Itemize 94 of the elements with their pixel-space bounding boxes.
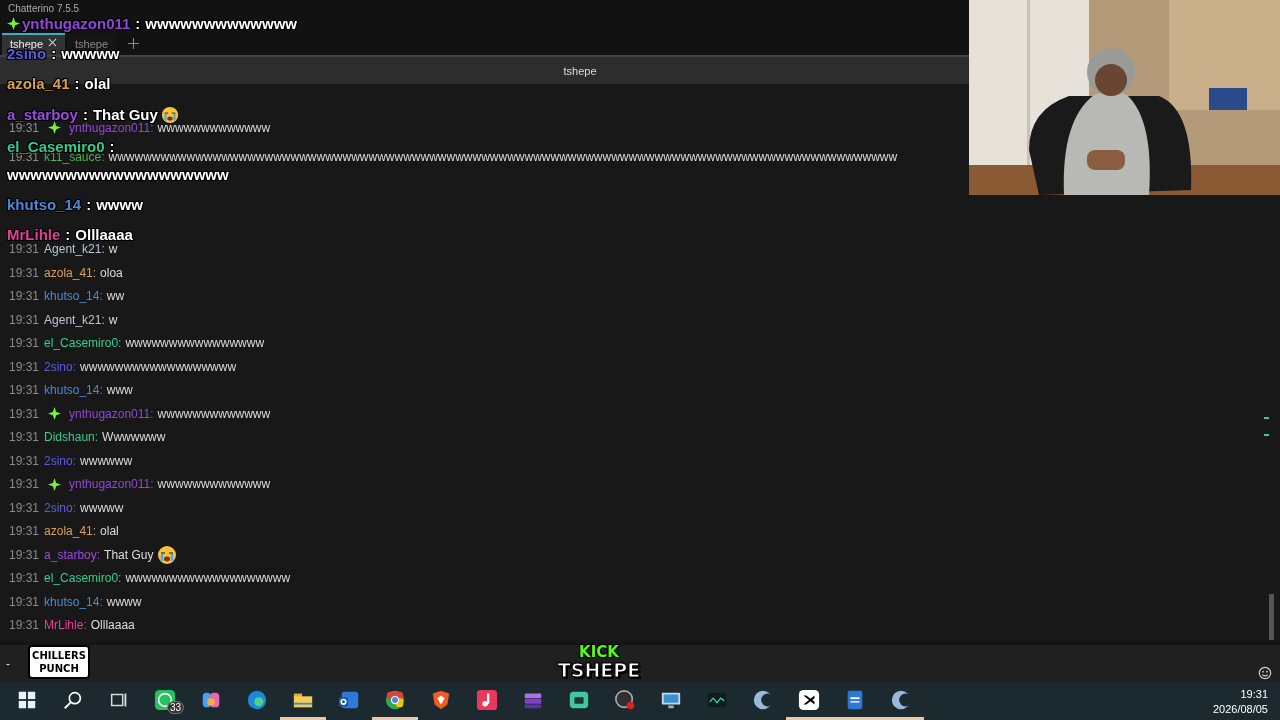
- message-text: That Guy: [104, 547, 154, 562]
- username[interactable]: azola_41:: [44, 265, 97, 280]
- message-text: w: [108, 242, 118, 257]
- message-text: olal: [100, 524, 119, 539]
- username[interactable]: a_starboy:: [44, 547, 101, 562]
- overlay-message: wwwwwwwwwwwwwwwwwww: [7, 166, 229, 182]
- taskbar-button[interactable]: 33: [142, 682, 188, 720]
- username[interactable]: ynthugazon011:: [69, 406, 154, 421]
- timestamp: 19:31: [9, 242, 40, 257]
- message-text: wwwwwwwwwwwww: [157, 477, 271, 492]
- scrollbar-thumb[interactable]: [1269, 594, 1274, 640]
- window-title: Chatterino 7.5.5: [8, 3, 80, 15]
- username[interactable]: Agent_k21:: [44, 242, 105, 257]
- message-text: Wwwwwww: [102, 430, 166, 445]
- message-text: w: [108, 312, 118, 327]
- username[interactable]: khutso_14:: [44, 594, 103, 609]
- username[interactable]: 2sino:: [44, 500, 77, 515]
- smiley-icon[interactable]: [1258, 665, 1272, 680]
- overlay-message: That Guy: [92, 107, 158, 122]
- timestamp: 19:31: [9, 571, 40, 586]
- logo-text: PUNCH: [39, 662, 79, 675]
- shield-icon: [430, 688, 452, 711]
- timestamp: 19:31: [9, 524, 40, 539]
- message-text: wwww: [106, 594, 142, 609]
- message-text: wwwwwwwwwwwwwwww: [125, 336, 265, 351]
- overlay-message: olal: [84, 75, 111, 91]
- overlay-message: wwww: [96, 196, 143, 212]
- overlay-username: khutso_14: [7, 196, 82, 212]
- timestamp: 19:31: [9, 312, 40, 327]
- cut-icon: [798, 688, 820, 711]
- message-text: Olllaaaa: [90, 618, 135, 633]
- colon-separator: :: [86, 196, 92, 212]
- username[interactable]: 2sino:: [44, 453, 77, 468]
- message-text: oloa: [100, 265, 123, 280]
- platform-label: KICK: [579, 644, 619, 661]
- username[interactable]: 2sino:: [44, 359, 77, 374]
- username[interactable]: MrLihle:: [44, 618, 87, 633]
- colon-separator: :: [109, 138, 115, 154]
- crescent-icon: [890, 688, 912, 711]
- scroll-mark: [1264, 417, 1269, 419]
- overlay-message: Olllaaaa: [75, 226, 133, 242]
- timestamp: 19:31: [9, 406, 40, 421]
- message-text: wwwwwwwwwwwww: [157, 406, 271, 421]
- message-text: wwwwww: [80, 453, 133, 468]
- username[interactable]: el_Casemiro0:: [44, 336, 122, 351]
- crescent-icon: [752, 688, 774, 711]
- colon-separator: :: [135, 15, 141, 31]
- channel-name: tshepe: [563, 64, 597, 77]
- record-icon: [614, 688, 636, 711]
- timestamp: 19:31: [9, 477, 40, 492]
- username[interactable]: khutso_14:: [44, 383, 103, 398]
- timestamp: 19:31: [9, 547, 40, 562]
- timestamp: 19:31: [9, 120, 40, 135]
- colon-separator: :: [82, 107, 88, 122]
- username[interactable]: ynthugazon011:: [69, 477, 154, 492]
- streamer-name: TSHEPE: [557, 661, 641, 680]
- message-text: ww: [106, 289, 125, 304]
- username[interactable]: azola_41:: [44, 524, 97, 539]
- username[interactable]: khutso_14:: [44, 289, 103, 304]
- username[interactable]: Didshaun:: [44, 430, 99, 445]
- close-icon[interactable]: [48, 38, 58, 47]
- add-tab-icon[interactable]: [128, 38, 140, 49]
- timestamp: 19:31: [9, 453, 40, 468]
- overlay-username: azola_41: [7, 75, 70, 91]
- timestamp: 19:31: [9, 359, 40, 374]
- logo-text: CHILLERS: [32, 649, 86, 662]
- timestamp: 19:31: [9, 336, 40, 351]
- timestamp: 19:31: [9, 500, 40, 515]
- message-text: wwwwwwwwwwwww: [157, 120, 271, 135]
- colon-separator: :: [65, 226, 71, 242]
- username[interactable]: Agent_k21:: [44, 312, 105, 327]
- timestamp: 19:31: [9, 430, 40, 445]
- timestamp: 19:31: [9, 383, 40, 398]
- timestamp: 19:31: [9, 618, 40, 633]
- message-text: wwwwwwwwwwwwwwwwwww: [125, 571, 291, 586]
- timestamp: 19:31: [9, 594, 40, 609]
- timestamp: 19:31: [9, 265, 40, 280]
- notification-count: 33: [167, 701, 185, 714]
- clock-time: 19:31: [1240, 687, 1268, 700]
- message-text: www: [106, 383, 133, 398]
- clock-date: 2026/08/05: [1212, 702, 1268, 715]
- message-text: wwwww: [80, 500, 124, 515]
- overlay-username: ynthugazon011: [22, 15, 131, 31]
- overlay-username: a_starboy: [7, 107, 78, 122]
- circle-logo-icon: [384, 688, 406, 711]
- message-text: wwwwwwwwwwwwwwwwww: [80, 359, 237, 374]
- overlay-message: wwwwwwwwwwwww: [145, 15, 298, 31]
- username[interactable]: el_Casemiro0:: [44, 571, 122, 586]
- colon-separator: :: [74, 75, 80, 91]
- music-note-icon: [476, 688, 498, 711]
- timestamp: 19:31: [9, 289, 40, 304]
- scroll-mark: [1264, 434, 1269, 436]
- wave-circle-icon: [246, 688, 268, 711]
- overlay-username: MrLihle: [7, 226, 61, 242]
